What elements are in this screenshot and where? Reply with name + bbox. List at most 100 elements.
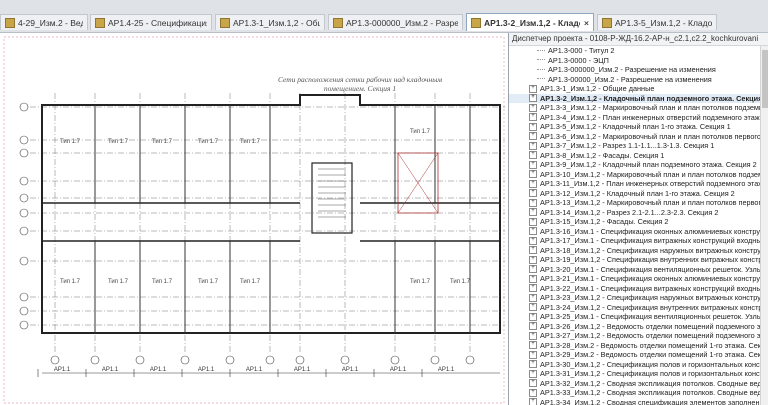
expand-icon[interactable]: + <box>529 208 537 217</box>
sheet-tree-item[interactable]: АР1.3-00000_Изм.2 - Разрешение на измене… <box>509 75 761 85</box>
expand-icon[interactable]: + <box>529 284 537 293</box>
expand-icon[interactable]: + <box>529 331 537 340</box>
expand-icon[interactable]: + <box>529 141 537 150</box>
expand-icon[interactable]: + <box>529 398 537 405</box>
sheet-tree-item[interactable]: + АР1.3-18_Изм.1,2 - Спецификация наружны… <box>509 246 761 256</box>
expand-icon[interactable]: + <box>529 246 537 255</box>
sheet-tree-item[interactable]: + АР1.3-8_Изм.1,2 - Фасады. Секция 1 <box>509 151 761 161</box>
expand-icon[interactable]: + <box>529 113 537 122</box>
sheet-tree-item[interactable]: + АР1.3-17_Изм.1 - Спецификация витражных… <box>509 236 761 246</box>
expand-icon[interactable]: + <box>529 84 537 93</box>
sheet-tree-item[interactable]: + АР1.3-21_Изм.1 - Спецификация оконных а… <box>509 274 761 284</box>
expand-icon[interactable]: + <box>529 132 537 141</box>
close-tab-icon[interactable]: × <box>584 18 589 28</box>
sheet-tree-item[interactable]: + АР1.3-19_Изм.1,2 - Спецификация внутрен… <box>509 255 761 265</box>
document-tab[interactable]: АР1.3-000000_Изм.2 - Разрешени... <box>328 14 463 30</box>
sheet-tree-item[interactable]: + АР1.3-13_Изм.1,2 - Маркировочный план и… <box>509 198 761 208</box>
axis-label: АР1.1 <box>246 367 263 373</box>
sheet-tree-item[interactable]: + АР1.3-4_Изм.1,2 - План инженерных отвер… <box>509 113 761 123</box>
expand-icon[interactable]: + <box>529 236 537 245</box>
sheet-tree-item[interactable]: + АР1.3-29_Изм.2 - Ведомость отделки поме… <box>509 350 761 360</box>
document-tab[interactable]: АР1.4-25 - Спецификация вентил... <box>90 14 212 30</box>
expand-icon[interactable]: + <box>529 227 537 236</box>
expand-icon[interactable]: + <box>529 369 537 378</box>
sheet-tree-item[interactable]: + АР1.3-7_Изм.1,2 - Разрез 1.1-1.1...1.3-… <box>509 141 761 151</box>
expand-icon[interactable]: + <box>529 170 537 179</box>
expand-icon[interactable]: + <box>529 322 537 331</box>
expand-icon[interactable]: + <box>529 341 537 350</box>
sheet-tree-item[interactable]: + АР1.3-2_Изм.1,2 - Кладочный план подзем… <box>509 93 761 103</box>
sheet-tree-item[interactable]: + АР1.3-12_Изм.1,2 - Кладочный план 1-го … <box>509 189 761 199</box>
sheet-tree-item[interactable]: АР1.3-000000_Изм.2 - Разрешение на измен… <box>509 65 761 75</box>
vertical-scrollbar[interactable] <box>760 46 768 405</box>
expand-icon[interactable]: + <box>529 103 537 112</box>
sheet-tree-item[interactable]: + АР1.3-6_Изм.1,2 - Маркировочный план и … <box>509 132 761 142</box>
sheet-tree-label: АР1.3-6_Изм.1,2 - Маркировочный план и п… <box>540 131 761 141</box>
expand-icon[interactable]: + <box>529 360 537 369</box>
drawing-canvas[interactable]: АР1.1 АР1.1 АР1.1 АР1.1 АР1.1 АР1.1 АР1.1 АР1.1… <box>0 33 508 405</box>
sheet-tree-item[interactable]: + АР1.3-27_Изм.1,2 - Ведомость отделки по… <box>509 331 761 341</box>
tab-label: 4-29_Изм.2 - Ведомость отде... <box>18 17 83 28</box>
grid-bubble <box>19 176 29 186</box>
expand-icon[interactable]: + <box>529 312 537 321</box>
sheet-tree-item[interactable]: АР1.3-0000 - ЭЦП <box>509 56 761 66</box>
expand-icon[interactable]: + <box>529 198 537 207</box>
expand-icon[interactable]: + <box>529 350 537 359</box>
sheet-tree-item[interactable]: + АР1.3-30_Изм.1,2 - Спецификация полов и… <box>509 360 761 370</box>
sheet-tree-item[interactable]: + АР1.3-33_Изм.1,2 - Сводная экспликация … <box>509 388 761 398</box>
expand-icon[interactable]: + <box>529 265 537 274</box>
sheet-tree-item[interactable]: + АР1.3-15_Изм.1,2 - Фасады. Секция 2 <box>509 217 761 227</box>
room-tag: Тип 1.7 <box>60 279 81 285</box>
sheet-tree-item[interactable]: + АР1.3-32_Изм.1,2 - Сводная экспликация … <box>509 379 761 389</box>
sheet-tree-item[interactable]: + АР1.3-23_Изм.1,2 - Спецификация наружны… <box>509 293 761 303</box>
sheet-tree-item[interactable]: + АР1.3-31_Изм.1,2 - Спецификация полов и… <box>509 369 761 379</box>
sheet-tree-item[interactable]: + АР1.3-24_Изм.1,2 - Спецификация внутрен… <box>509 303 761 313</box>
expand-icon[interactable]: + <box>529 189 537 198</box>
expand-icon[interactable]: + <box>529 217 537 226</box>
sheet-tree-item[interactable]: + АР1.3-28_Изм.2 - Ведомость отделки поме… <box>509 341 761 351</box>
sheet-tree-item[interactable]: + АР1.3-9_Изм.1,2 - Кладочный план подзем… <box>509 160 761 170</box>
expand-icon[interactable]: + <box>529 388 537 397</box>
expand-icon[interactable]: + <box>529 160 537 169</box>
expand-icon[interactable]: + <box>529 255 537 264</box>
sheet-tree-item[interactable]: + АР1.3-1_Изм.1,2 - Общие данные <box>509 84 761 94</box>
document-tab[interactable]: АР1.3-5_Изм.1,2 - Кладочный пла... <box>597 14 717 30</box>
sheet-tree-item[interactable]: + АР1.3-34_Изм.1,2 - Сводная спецификация… <box>509 398 761 405</box>
document-tab[interactable]: АР1.3-1_Изм.1,2 - Общие данные <box>215 14 325 30</box>
sheet-tree-item[interactable]: + АР1.3-3_Изм.1,2 - Маркировочный план и … <box>509 103 761 113</box>
sheet-icon <box>5 17 15 28</box>
expand-icon[interactable]: + <box>529 94 537 103</box>
expand-icon[interactable]: + <box>529 274 537 283</box>
document-tab[interactable]: АР1.3-2_Изм.1,2 - Кладочный п... × <box>466 13 594 31</box>
tree-connector <box>537 49 545 52</box>
room-tag: Тип 1.7 <box>108 279 129 285</box>
document-tab[interactable]: 4-29_Изм.2 - Ведомость отде... <box>0 14 88 30</box>
sheet-tree-item[interactable]: + АР1.3-10_Изм.1,2 - Маркировочный план и… <box>509 170 761 180</box>
sheet-icon <box>95 17 105 28</box>
grid-bubble <box>265 355 275 365</box>
sheet-tree-item[interactable]: + АР1.3-5_Изм.1,2 - Кладочный план 1-го э… <box>509 122 761 132</box>
sheet-tree-item[interactable]: + АР1.3-14_Изм.1,2 - Разрез 2.1-2.1...2.3… <box>509 208 761 218</box>
expand-icon[interactable]: + <box>529 122 537 131</box>
sheet-tree-item[interactable]: + АР1.3-25_Изм.1 - Спецификация вентиляци… <box>509 312 761 322</box>
sheet-tree-item[interactable]: + АР1.3-20_Изм.1 - Спецификация вентиляци… <box>509 265 761 275</box>
project-browser-panel: Диспетчер проекта - 0108-Р-ЖД-16.2-АР-н_… <box>508 33 768 405</box>
expand-icon[interactable]: + <box>529 179 537 188</box>
sheet-tree-item[interactable]: АР1.3-000 - Титул 2 <box>509 46 761 56</box>
sheet-tree-item[interactable]: + АР1.3-26_Изм.1,2 - Ведомость отделки по… <box>509 322 761 332</box>
grid-bubble <box>19 102 29 112</box>
sheet-tree-item[interactable]: + АР1.3-11_Изм.1,2 - План инженерных отве… <box>509 179 761 189</box>
expand-icon[interactable]: + <box>529 151 537 160</box>
sheet-tree-item[interactable]: + АР1.3-16_Изм.1 - Спецификация оконных а… <box>509 227 761 237</box>
grid-bubble <box>90 355 100 365</box>
scroll-thumb[interactable] <box>762 50 768 108</box>
grid-bubble <box>19 135 29 145</box>
sheet-icon <box>602 17 612 28</box>
grid-bubble <box>50 355 60 365</box>
sheet-tree-item[interactable]: + АР1.3-22_Изм.1 - Спецификация витражных… <box>509 284 761 294</box>
expand-icon[interactable]: + <box>529 303 537 312</box>
sheet-tree-label: АР1.3-23_Изм.1,2 - Спецификация наружных… <box>540 293 761 302</box>
expand-icon[interactable]: + <box>529 293 537 302</box>
expand-icon[interactable]: + <box>529 379 537 388</box>
project-browser-tree[interactable]: АР1.3-000 - Титул 2 АР1.3-0000 - ЭЦП АР1.3… <box>509 46 761 405</box>
